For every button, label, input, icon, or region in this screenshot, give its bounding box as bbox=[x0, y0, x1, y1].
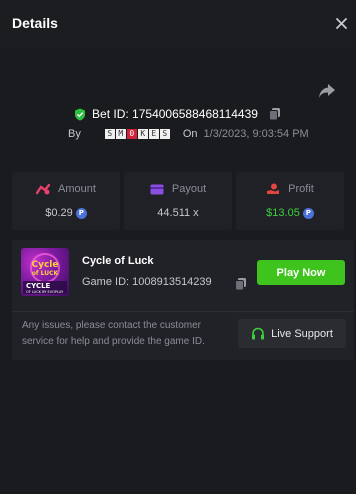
stat-label: Profit bbox=[288, 183, 314, 195]
username-badge[interactable]: S M 0 K E S bbox=[104, 129, 171, 139]
by-label: By bbox=[68, 128, 81, 140]
stat-profit: Profit $13.05 P bbox=[236, 172, 344, 230]
stat-value: $0.29 bbox=[45, 207, 73, 219]
hand-coin-icon bbox=[267, 183, 280, 194]
close-button[interactable] bbox=[332, 14, 350, 32]
game-thumbnail[interactable]: Cycle of LUCK CYCLE OF LUCK BY EVOPLAY bbox=[21, 248, 69, 296]
username-char: E bbox=[148, 129, 159, 139]
bet-date: 1/3/2023, 9:03:54 PM bbox=[203, 128, 309, 140]
stat-value: $13.05 bbox=[266, 207, 300, 219]
bet-id-row: Bet ID: 1754006588468114439 bbox=[0, 104, 356, 124]
username-char: S bbox=[104, 129, 115, 139]
headset-icon bbox=[252, 327, 265, 339]
svg-text:CYCLE: CYCLE bbox=[26, 282, 51, 290]
username-char: S bbox=[159, 129, 170, 139]
username-char: M bbox=[115, 129, 126, 139]
bet-id: Bet ID: 1754006588468114439 bbox=[92, 107, 258, 121]
username-char: K bbox=[137, 129, 148, 139]
bet-stats: Amount $0.29 P Payout 44.511 x Profit $1… bbox=[12, 172, 344, 230]
coin-icon: P bbox=[75, 207, 87, 219]
play-now-button[interactable]: Play Now bbox=[257, 260, 345, 285]
divider bbox=[12, 311, 354, 312]
live-support-label: Live Support bbox=[271, 327, 333, 340]
verified-shield-icon bbox=[75, 108, 86, 120]
live-support-button[interactable]: Live Support bbox=[238, 319, 346, 348]
game-logo: Cycle of LUCK CYCLE OF LUCK BY EVOPLAY bbox=[23, 253, 67, 294]
svg-text:Cycle: Cycle bbox=[32, 260, 59, 270]
copy-bet-id-icon[interactable] bbox=[268, 107, 282, 121]
coins-icon bbox=[36, 183, 51, 195]
stat-amount: Amount $0.29 P bbox=[12, 172, 120, 230]
stat-label: Payout bbox=[171, 183, 207, 195]
coin-icon: P bbox=[302, 207, 314, 219]
card-icon bbox=[150, 184, 164, 194]
game-name: Cycle of Luck bbox=[82, 255, 154, 267]
game-card: Cycle of LUCK CYCLE OF LUCK BY EVOPLAY C… bbox=[12, 240, 354, 360]
game-id: Game ID: 1008913514239 bbox=[82, 276, 212, 288]
svg-text:OF LUCK BY EVOPLAY: OF LUCK BY EVOPLAY bbox=[26, 290, 64, 294]
support-help-text: Any issues, please contact the customer … bbox=[22, 320, 205, 347]
share-button[interactable] bbox=[317, 82, 337, 100]
bet-meta-row: By S M 0 K E S On 1/3/2023, 9:03:54 PM bbox=[68, 125, 309, 143]
username-char: 0 bbox=[126, 129, 137, 139]
share-icon bbox=[319, 84, 335, 98]
on-label: On bbox=[182, 128, 198, 140]
modal-header: Details bbox=[0, 0, 356, 48]
stat-label: Amount bbox=[58, 183, 96, 195]
stat-value: 44.511 x bbox=[157, 207, 199, 219]
stat-payout: Payout 44.511 x bbox=[124, 172, 232, 230]
close-icon bbox=[335, 17, 347, 29]
svg-text:of LUCK: of LUCK bbox=[32, 270, 59, 277]
copy-game-id-icon[interactable] bbox=[234, 277, 248, 291]
modal-title: Details bbox=[12, 15, 58, 31]
